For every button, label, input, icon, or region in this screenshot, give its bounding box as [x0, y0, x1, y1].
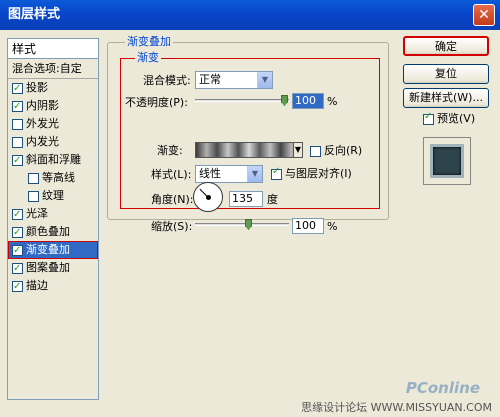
- style-item-pattern-overlay[interactable]: 图案叠加: [8, 259, 98, 278]
- style-checkbox[interactable]: [12, 80, 23, 98]
- opacity-input[interactable]: 100: [292, 93, 324, 109]
- close-icon: ✕: [478, 7, 490, 23]
- style-label: 颜色叠加: [26, 225, 70, 238]
- sub-group-title: 渐变: [135, 51, 161, 64]
- style-label: 等高线: [42, 171, 75, 184]
- style-item-gradient-overlay[interactable]: 渐变叠加: [8, 241, 98, 260]
- style-item-texture[interactable]: 纹理: [8, 187, 98, 205]
- slider-track: [195, 223, 289, 226]
- window-title: 图层样式: [8, 7, 61, 22]
- style-item-outer-glow[interactable]: 外发光: [8, 115, 98, 133]
- preview-checkbox[interactable]: 预览(V): [423, 111, 476, 126]
- preview-check[interactable]: [423, 111, 434, 125]
- angle-label: 角度(N):: [151, 193, 194, 206]
- style-checkbox[interactable]: [12, 206, 23, 224]
- style-item-inner-glow[interactable]: 内发光: [8, 133, 98, 151]
- style-checkbox[interactable]: [12, 118, 23, 130]
- watermark-text: 思缘设计论坛 WWW.MISSYUAN.COM: [301, 401, 492, 414]
- style-label: 内阴影: [26, 99, 59, 112]
- reverse-label: 反向(R): [324, 144, 363, 157]
- blend-mode-select[interactable]: 正常 ▼: [195, 71, 273, 89]
- preview-label: 预览(V): [437, 112, 476, 125]
- style-label: 内发光: [26, 135, 59, 148]
- title-bar: 图层样式 ✕: [0, 0, 500, 30]
- gradient-preview[interactable]: [195, 142, 303, 158]
- style-item-color-overlay[interactable]: 颜色叠加: [8, 223, 98, 242]
- gradient-picker-arrow[interactable]: ▼: [293, 142, 303, 158]
- angle-dial[interactable]: [193, 182, 223, 212]
- style-label: 图案叠加: [26, 261, 70, 274]
- close-button[interactable]: ✕: [473, 4, 495, 26]
- align-with-layer-checkbox[interactable]: 与图层对齐(I): [271, 166, 352, 181]
- align-check[interactable]: [271, 166, 282, 180]
- style-label: 样式(L):: [151, 168, 192, 181]
- blend-mode-label: 混合模式:: [143, 74, 191, 87]
- style-preview: [423, 137, 471, 185]
- style-label: 光泽: [26, 207, 48, 220]
- style-select[interactable]: 线性 ▼: [195, 165, 263, 183]
- opacity-unit: %: [327, 95, 338, 108]
- style-checkbox[interactable]: [12, 98, 23, 116]
- gradient-label: 渐变:: [157, 144, 183, 157]
- reset-button[interactable]: 复位: [403, 64, 489, 84]
- style-label: 斜面和浮雕: [26, 153, 81, 166]
- style-checkbox[interactable]: [28, 172, 39, 184]
- style-checkbox[interactable]: [28, 190, 39, 202]
- dialog-body: 样式 混合选项:自定 投影 内阴影 外发光 内发光 斜面和浮雕 等高线 纹理 光…: [3, 30, 497, 414]
- slider-thumb[interactable]: [281, 95, 288, 106]
- reverse-check[interactable]: [310, 145, 321, 157]
- style-list-header[interactable]: 样式: [8, 39, 98, 59]
- align-label: 与图层对齐(I): [285, 167, 352, 180]
- style-item-inner-shadow[interactable]: 内阴影: [8, 97, 98, 116]
- style-checkbox[interactable]: [12, 136, 23, 148]
- style-item-satin[interactable]: 光泽: [8, 205, 98, 224]
- blend-mode-value: 正常: [199, 73, 221, 86]
- blend-options-item[interactable]: 混合选项:自定: [8, 59, 98, 79]
- opacity-label: 不透明度(P):: [125, 96, 188, 109]
- style-checkbox[interactable]: [12, 242, 23, 260]
- style-checkbox[interactable]: [12, 152, 23, 170]
- ok-button[interactable]: 确定: [403, 36, 489, 56]
- style-checkbox[interactable]: [12, 278, 23, 296]
- new-style-button[interactable]: 新建样式(W)...: [403, 88, 489, 108]
- opacity-slider[interactable]: [195, 94, 289, 108]
- style-label: 描边: [26, 279, 48, 292]
- style-label: 外发光: [26, 117, 59, 130]
- angle-center: [206, 195, 211, 200]
- preview-swatch: [430, 144, 464, 178]
- group-title: 渐变叠加: [125, 35, 173, 48]
- style-label: 投影: [26, 81, 48, 94]
- slider-thumb[interactable]: [245, 219, 252, 230]
- style-item-stroke[interactable]: 描边: [8, 277, 98, 296]
- watermark-logo: PConline: [405, 379, 480, 397]
- style-checkbox[interactable]: [12, 260, 23, 278]
- style-item-drop-shadow[interactable]: 投影: [8, 79, 98, 98]
- reverse-checkbox[interactable]: 反向(R): [310, 144, 362, 158]
- style-item-contour[interactable]: 等高线: [8, 169, 98, 187]
- style-value: 线性: [199, 167, 221, 180]
- style-list: 样式 混合选项:自定 投影 内阴影 外发光 内发光 斜面和浮雕 等高线 纹理 光…: [7, 38, 99, 400]
- slider-track: [195, 99, 289, 102]
- scale-input[interactable]: 100: [292, 218, 324, 234]
- style-item-bevel-emboss[interactable]: 斜面和浮雕: [8, 151, 98, 170]
- style-label: 纹理: [42, 189, 64, 202]
- chevron-down-icon: ▼: [257, 72, 272, 88]
- style-checkbox[interactable]: [12, 224, 23, 242]
- scale-unit: %: [327, 220, 338, 233]
- chevron-down-icon: ▼: [247, 166, 262, 182]
- scale-slider[interactable]: [195, 218, 289, 232]
- style-label: 渐变叠加: [26, 243, 70, 256]
- angle-unit: 度: [267, 193, 278, 206]
- scale-label: 缩放(S):: [151, 220, 193, 233]
- angle-input[interactable]: 135: [229, 191, 263, 207]
